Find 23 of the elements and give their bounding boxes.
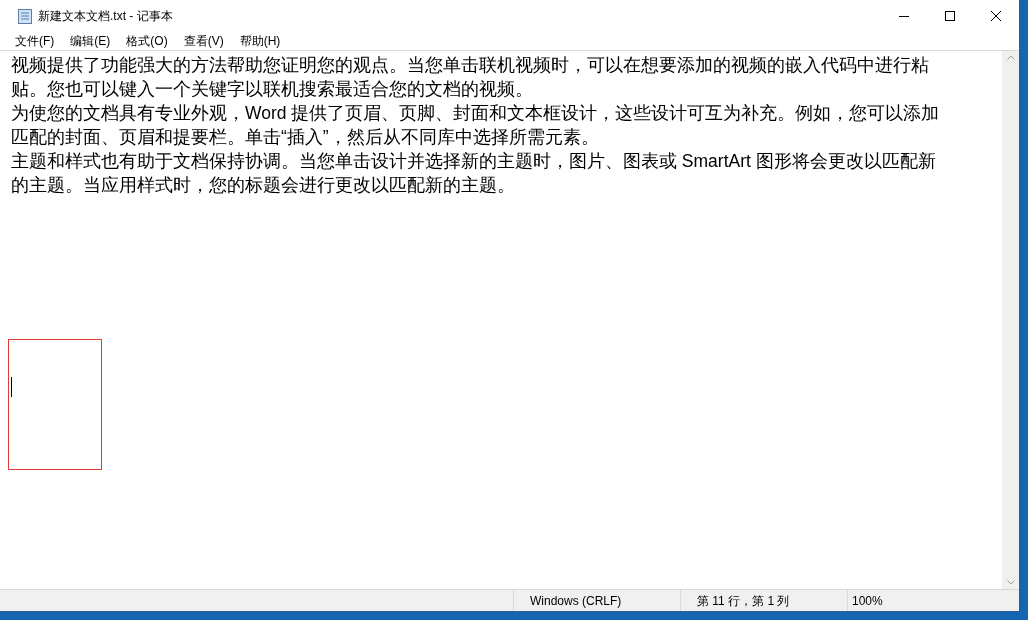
vertical-scrollbar[interactable]	[1002, 51, 1019, 589]
cursor-position-status: 第 11 行，第 1 列	[697, 592, 790, 610]
scroll-up-icon	[1006, 55, 1015, 60]
text-line: 主题和样式也有助于文档保持协调。当您单击设计并选择新的主题时，图片、图表或 SmartArt 图形将会更改以匹配新	[11, 150, 936, 173]
text-line: 贴。您也可以键入一个关键字以联机搜索最适合您的文档的视频。	[11, 78, 533, 101]
close-icon	[991, 11, 1001, 21]
zoom-status: 100%	[852, 592, 883, 610]
minimize-icon	[899, 15, 909, 17]
menu-item[interactable]: 格式(O)	[119, 32, 175, 50]
text-line: 视频提供了功能强大的方法帮助您证明您的观点。当您单击联机视频时，可以在想要添加的视频的嵌入代码中进行粘	[11, 54, 929, 77]
text-line: 匹配的封面、页眉和提要栏。单击“插入”，然后从不同库中选择所需元素。	[11, 126, 599, 149]
notepad-icon	[18, 8, 32, 24]
text-cursor	[11, 377, 12, 397]
menu-item[interactable]: 编辑(E)	[63, 32, 118, 50]
menu-item[interactable]: 查看(V)	[176, 32, 231, 50]
maximize-icon	[945, 11, 955, 21]
text-line: 的主题。当应用样式时，您的标题会进行更改以匹配新的主题。	[11, 174, 515, 197]
line-ending-status: Windows (CRLF)	[530, 592, 622, 610]
scroll-down-icon	[1006, 580, 1015, 585]
text-line: 为使您的文档具有专业外观，Word 提供了页眉、页脚、封面和文本框设计，这些设计可互为补充。例如，您可以添加	[11, 102, 940, 125]
menu-item[interactable]: 帮助(H)	[232, 32, 288, 50]
window-title: 新建文本文档.txt - 记事本	[38, 8, 173, 25]
menu-item[interactable]: 文件(F)	[8, 32, 62, 50]
